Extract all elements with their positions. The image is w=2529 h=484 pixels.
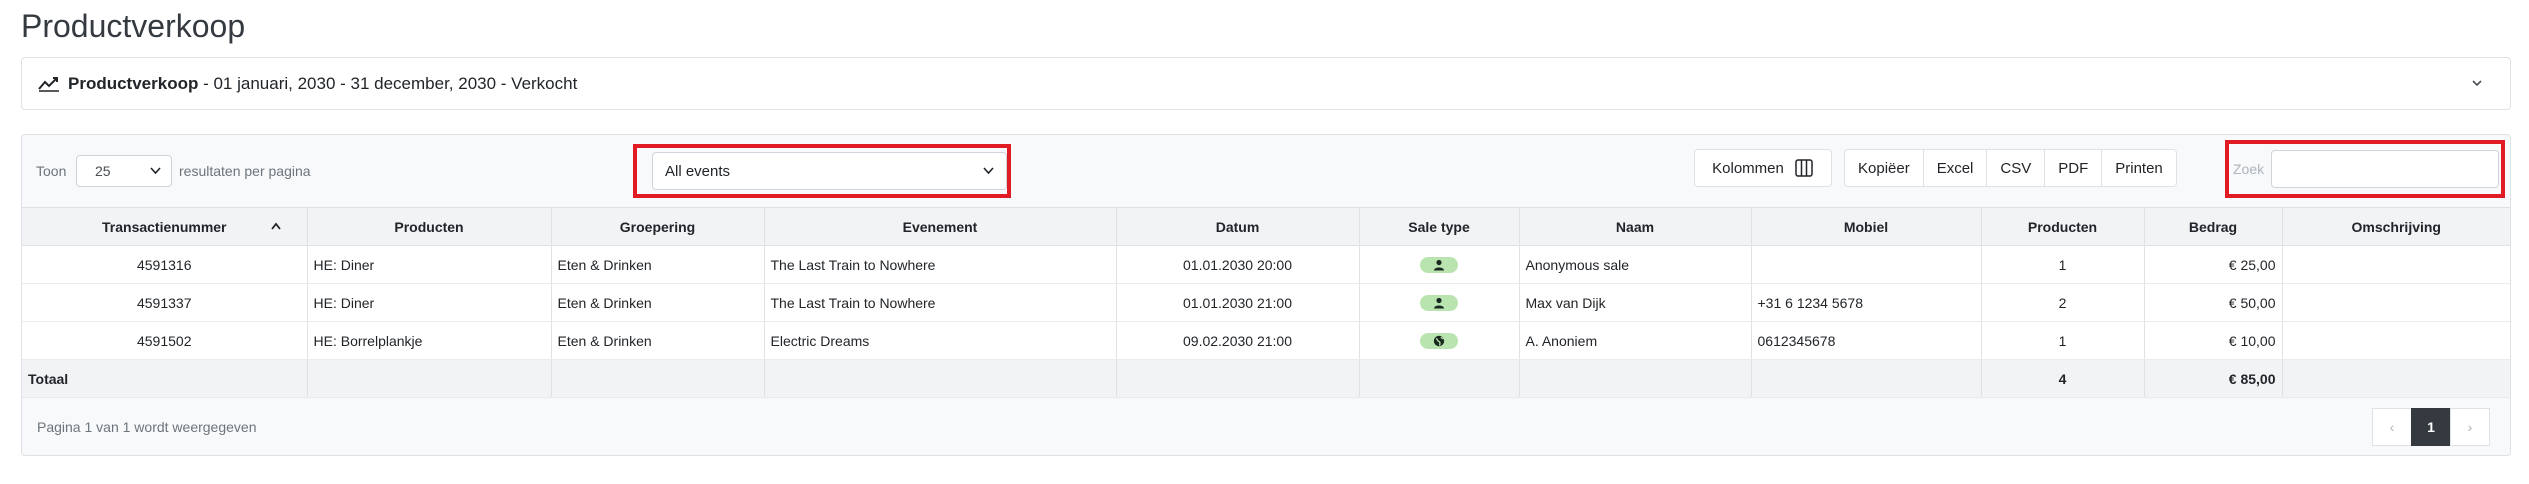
globe-icon: [1433, 335, 1445, 347]
total-row: Totaal 4 € 85,00: [22, 359, 2510, 398]
col-header-date[interactable]: Datum: [1116, 207, 1360, 246]
columns-button-label: Kolommen: [1712, 159, 1784, 177]
col-header-amount[interactable]: Bedrag: [2144, 207, 2283, 246]
sale-type-badge: [1420, 295, 1458, 312]
cell-group: Eten & Drinken: [551, 321, 765, 360]
cell-group: Eten & Drinken: [551, 283, 765, 322]
report-bar-title: Productverkoop: [68, 73, 199, 93]
sale-type-badge: [1420, 257, 1458, 274]
cell-name: A. Anoniem: [1519, 321, 1752, 360]
cell-group: Eten & Drinken: [551, 245, 765, 284]
col-header-event[interactable]: Evenement: [764, 207, 1117, 246]
print-button[interactable]: Printen: [2101, 149, 2177, 187]
chevron-down-icon[interactable]: [2470, 76, 2484, 90]
col-header-sale-type[interactable]: Sale type: [1359, 207, 1520, 246]
sale-type-badge: [1420, 333, 1458, 350]
chevron-down-icon: [150, 167, 161, 175]
excel-button[interactable]: Excel: [1922, 149, 1988, 187]
cell-description: [2282, 321, 2510, 360]
cell-quantity: 2: [1981, 283, 2145, 322]
columns-button[interactable]: Kolommen: [1694, 149, 1832, 187]
table-toolbar: Toon 25 resultaten per pagina All events…: [22, 135, 2510, 207]
cell-quantity: 1: [1981, 245, 2145, 284]
columns-icon: [1795, 159, 1813, 177]
page-title: Productverkoop: [21, 8, 246, 44]
pagination: ‹ 1 ›: [2372, 408, 2490, 446]
pdf-button[interactable]: PDF: [2044, 149, 2103, 187]
cell-description: [2282, 283, 2510, 322]
cell-quantity: 1: [1981, 321, 2145, 360]
report-bar-range: - 01 januari, 2030 - 31 december, 2030 -…: [198, 73, 578, 93]
cell-transaction: 4591502: [22, 321, 308, 360]
cell-event: Electric Dreams: [764, 321, 1117, 360]
col-header-label: Transactienummer: [102, 218, 227, 235]
cell-mobile: +31 6 1234 5678: [1751, 283, 1982, 322]
cell-event: The Last Train to Nowhere: [764, 245, 1117, 284]
cell-mobile: 0612345678: [1751, 321, 1982, 360]
search-input[interactable]: [2271, 150, 2499, 188]
chart-line-icon: [38, 76, 59, 92]
event-filter-value: All events: [665, 163, 731, 180]
total-quantity: 4: [1981, 359, 2145, 398]
pagination-info: Pagina 1 van 1 wordt weergegeven: [37, 419, 257, 435]
cell-name: Anonymous sale: [1519, 245, 1752, 284]
results-panel: Toon 25 resultaten per pagina All events…: [21, 134, 2511, 456]
cell-date: 09.02.2030 21:00: [1116, 321, 1360, 360]
page-1-button[interactable]: 1: [2411, 408, 2451, 446]
cell-name: Max van Dijk: [1519, 283, 1752, 322]
per-page-label: resultaten per pagina: [179, 163, 311, 179]
cell-transaction: 4591337: [22, 283, 308, 322]
table-row[interactable]: 4591502 HE: Borrelplankje Eten & Drinken…: [22, 321, 2510, 360]
cell-event: The Last Train to Nowhere: [764, 283, 1117, 322]
cell-product: HE: Diner: [307, 283, 552, 322]
page-length-select[interactable]: 25: [76, 155, 172, 187]
cell-product: HE: Diner: [307, 245, 552, 284]
search-label: Zoek: [2233, 161, 2265, 177]
col-header-quantity[interactable]: Producten: [1981, 207, 2145, 246]
cell-amount: € 50,00: [2144, 283, 2283, 322]
col-header-description[interactable]: Omschrijving: [2282, 207, 2510, 246]
person-icon: [1434, 260, 1444, 271]
person-icon: [1434, 298, 1444, 309]
chevron-down-icon: [983, 167, 994, 175]
sort-ascending-icon: [270, 222, 281, 230]
page-length-value: 25: [95, 163, 111, 179]
cell-sale-type: [1359, 321, 1520, 360]
col-header-mobile[interactable]: Mobiel: [1751, 207, 1982, 246]
sales-table: Transactienummer Producten Groepering Ev…: [22, 207, 2510, 398]
table-header-row: Transactienummer Producten Groepering Ev…: [22, 207, 2510, 246]
report-filter-bar[interactable]: Productverkoop - 01 januari, 2030 - 31 d…: [21, 57, 2511, 110]
cell-transaction: 4591316: [22, 245, 308, 284]
col-header-products[interactable]: Producten: [307, 207, 552, 246]
cell-amount: € 10,00: [2144, 321, 2283, 360]
col-header-name[interactable]: Naam: [1519, 207, 1752, 246]
col-header-group[interactable]: Groepering: [551, 207, 765, 246]
cell-description: [2282, 245, 2510, 284]
cell-product: HE: Borrelplankje: [307, 321, 552, 360]
cell-mobile: [1751, 245, 1982, 284]
export-button-group: Kopiëer Excel CSV PDF Printen: [1844, 149, 2177, 187]
total-label: Totaal: [22, 359, 308, 398]
copy-button[interactable]: Kopiëer: [1844, 149, 1924, 187]
event-filter-select[interactable]: All events: [652, 152, 1007, 190]
csv-button[interactable]: CSV: [1986, 149, 2046, 187]
next-page-button[interactable]: ›: [2450, 408, 2490, 446]
cell-amount: € 25,00: [2144, 245, 2283, 284]
table-row[interactable]: 4591316 HE: Diner Eten & Drinken The Las…: [22, 245, 2510, 284]
col-header-transaction[interactable]: Transactienummer: [22, 207, 308, 246]
cell-sale-type: [1359, 245, 1520, 284]
table-row[interactable]: 4591337 HE: Diner Eten & Drinken The Las…: [22, 283, 2510, 322]
cell-sale-type: [1359, 283, 1520, 322]
prev-page-button[interactable]: ‹: [2372, 408, 2412, 446]
cell-date: 01.01.2030 20:00: [1116, 245, 1360, 284]
total-amount: € 85,00: [2144, 359, 2283, 398]
show-label: Toon: [36, 163, 67, 179]
cell-date: 01.01.2030 21:00: [1116, 283, 1360, 322]
